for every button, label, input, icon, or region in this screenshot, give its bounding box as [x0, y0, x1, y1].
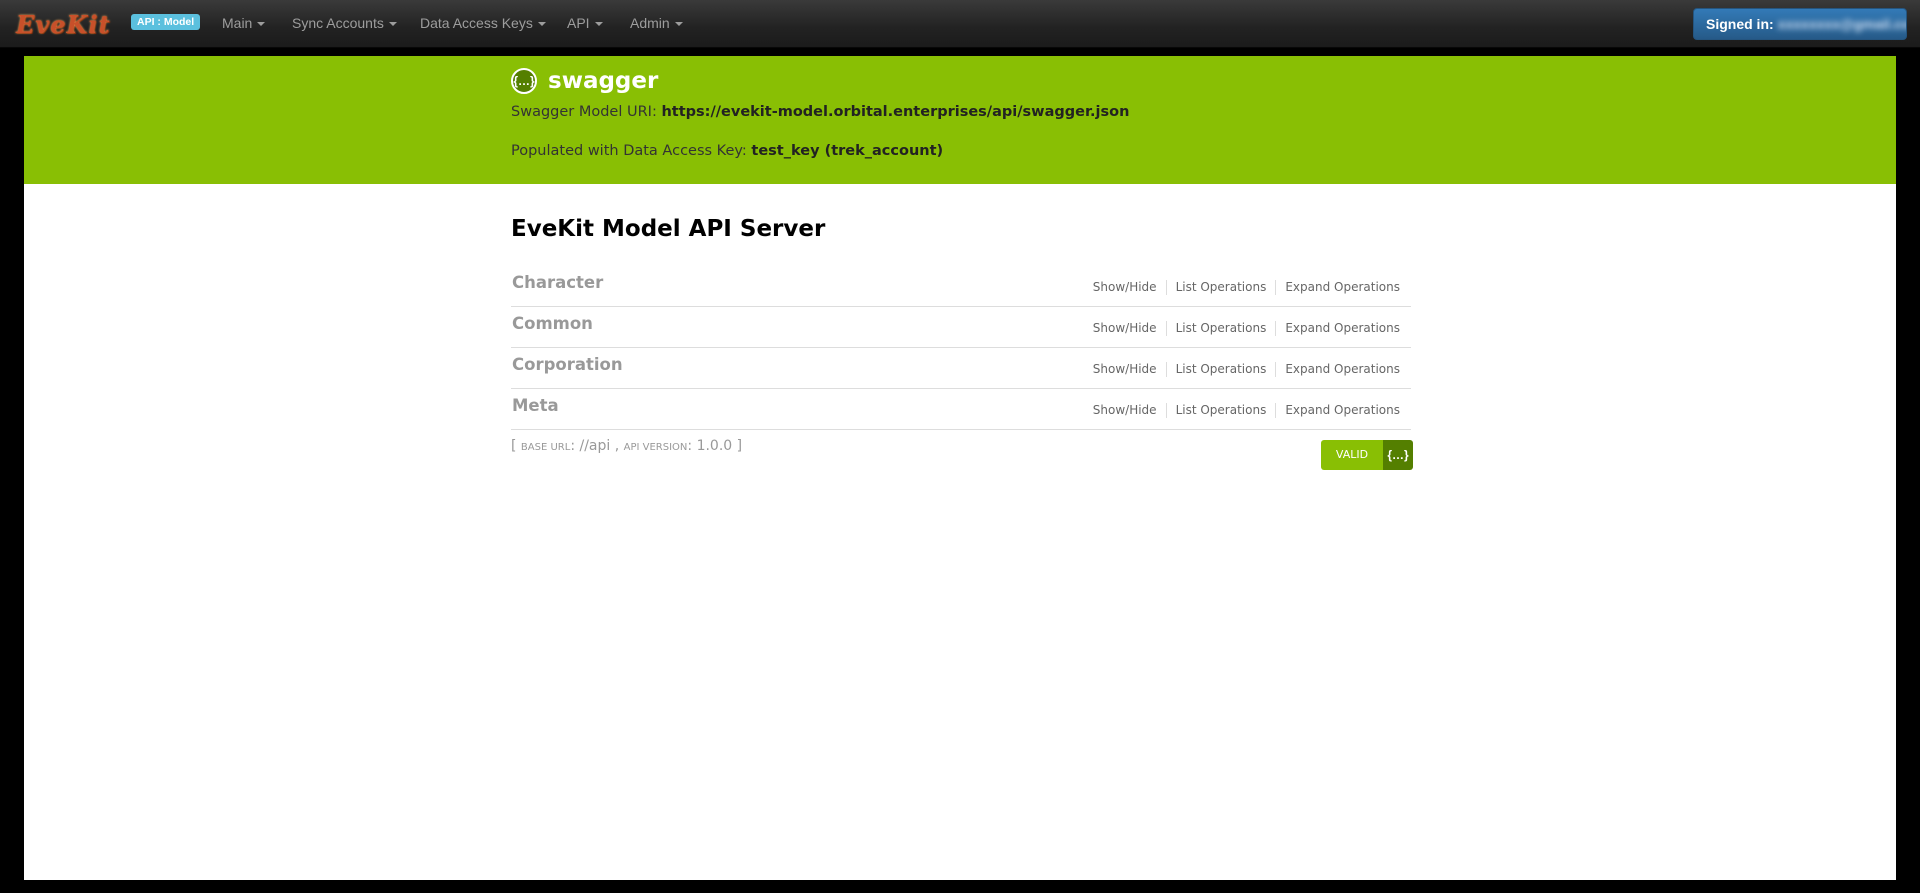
base-url-value: //api [579, 438, 611, 454]
validator-label: VALID [1321, 440, 1383, 470]
resource-operations: Show/Hide List Operations Expand Operation… [1093, 321, 1400, 336]
caret-down-icon [257, 22, 266, 27]
validator-badge[interactable]: VALID {…} [1321, 440, 1413, 470]
show-hide-link[interactable]: Show/Hide [1093, 321, 1157, 335]
api-version-value: 1.0.0 [696, 438, 733, 454]
api-version-label: api version [623, 442, 688, 453]
top-navbar: EveKit API : Model Main Sync Accounts Da… [0, 0, 1920, 48]
expand-operations-link[interactable]: Expand Operations [1285, 362, 1400, 376]
list-operations-link[interactable]: List Operations [1176, 403, 1267, 417]
nav-menu-label: Data Access Keys [420, 15, 533, 31]
resource-operations: Show/Hide List Operations Expand Operation… [1093, 403, 1400, 418]
resource-name[interactable]: Meta [512, 396, 559, 415]
divider [1165, 280, 1167, 295]
resource-list: Character Show/Hide List Operations Expand… [511, 266, 1411, 430]
divider [1275, 362, 1277, 377]
page-title: EveKit Model API Server [511, 216, 826, 242]
divider [1165, 321, 1167, 336]
show-hide-link[interactable]: Show/Hide [1093, 280, 1157, 294]
resource-corporation: Corporation Show/Hide List Operations Expa… [511, 348, 1411, 389]
comma: , [614, 438, 620, 454]
divider [1275, 280, 1277, 295]
divider [1165, 403, 1167, 418]
bracket-close: ] [736, 438, 743, 454]
resource-name[interactable]: Common [512, 314, 593, 333]
resource-meta: Meta Show/Hide List Operations Expand Oper… [511, 389, 1411, 430]
bracket-open: [ [511, 438, 517, 454]
list-operations-link[interactable]: List Operations [1176, 362, 1267, 376]
resource-name[interactable]: Character [512, 273, 603, 292]
signed-in-button[interactable]: Signed in:xxxxxxxx@gmail.com [1693, 8, 1907, 40]
api-info-footer: [ base url: //api , api version: 1.0.0 ] [511, 438, 743, 454]
swagger-uri-line: Swagger Model URI: https://evekit-model.… [511, 104, 1129, 120]
show-hide-link[interactable]: Show/Hide [1093, 362, 1157, 376]
expand-operations-link[interactable]: Expand Operations [1285, 321, 1400, 335]
caret-down-icon [594, 22, 603, 27]
list-operations-link[interactable]: List Operations [1176, 321, 1267, 335]
show-hide-link[interactable]: Show/Hide [1093, 403, 1157, 417]
resource-common: Common Show/Hide List Operations Expand Op… [511, 307, 1411, 348]
swagger-braces-icon: {…} [1383, 440, 1413, 470]
nav-menu-label: Sync Accounts [292, 15, 384, 31]
nav-menu-api[interactable]: API [567, 15, 603, 31]
nav-menu-main[interactable]: Main [222, 15, 266, 31]
uri-value: https://evekit-model.orbital.enterprises… [661, 104, 1130, 120]
signed-in-email: xxxxxxxx@gmail.com [1777, 16, 1906, 32]
signed-in-label: Signed in: [1706, 16, 1774, 32]
resource-operations: Show/Hide List Operations Expand Operation… [1093, 280, 1400, 295]
list-operations-link[interactable]: List Operations [1176, 280, 1267, 294]
expand-operations-link[interactable]: Expand Operations [1285, 280, 1400, 294]
key-value: test_key (trek_account) [751, 143, 944, 159]
swagger-header: {…} swagger Swagger Model URI: https://e… [24, 56, 1896, 184]
caret-down-icon [674, 22, 683, 27]
uri-label: Swagger Model URI: [511, 104, 657, 120]
swagger-logo-text[interactable]: swagger [548, 68, 658, 94]
nav-menu-label: API [567, 15, 590, 31]
api-model-badge: API : Model [131, 14, 201, 30]
divider [1275, 403, 1277, 418]
divider [1165, 362, 1167, 377]
nav-menu-sync-accounts[interactable]: Sync Accounts [292, 15, 397, 31]
nav-menu-label: Main [222, 15, 253, 31]
nav-menu-data-access-keys[interactable]: Data Access Keys [420, 15, 546, 31]
page-content: {…} swagger Swagger Model URI: https://e… [24, 56, 1896, 880]
caret-down-icon [388, 22, 397, 27]
nav-menu-label: Admin [630, 15, 670, 31]
resource-name[interactable]: Corporation [512, 355, 623, 374]
caret-down-icon [537, 22, 546, 27]
key-label: Populated with Data Access Key: [511, 143, 747, 159]
swagger-logo-icon[interactable]: {…} [511, 68, 537, 94]
brand-logo[interactable]: EveKit [16, 10, 111, 39]
data-access-key-line: Populated with Data Access Key: test_key… [511, 143, 943, 159]
divider [1275, 321, 1277, 336]
resource-operations: Show/Hide List Operations Expand Operation… [1093, 362, 1400, 377]
base-url-label: base url [520, 442, 571, 453]
resource-character: Character Show/Hide List Operations Expand… [511, 266, 1411, 307]
expand-operations-link[interactable]: Expand Operations [1285, 403, 1400, 417]
nav-menu-admin[interactable]: Admin [630, 15, 683, 31]
